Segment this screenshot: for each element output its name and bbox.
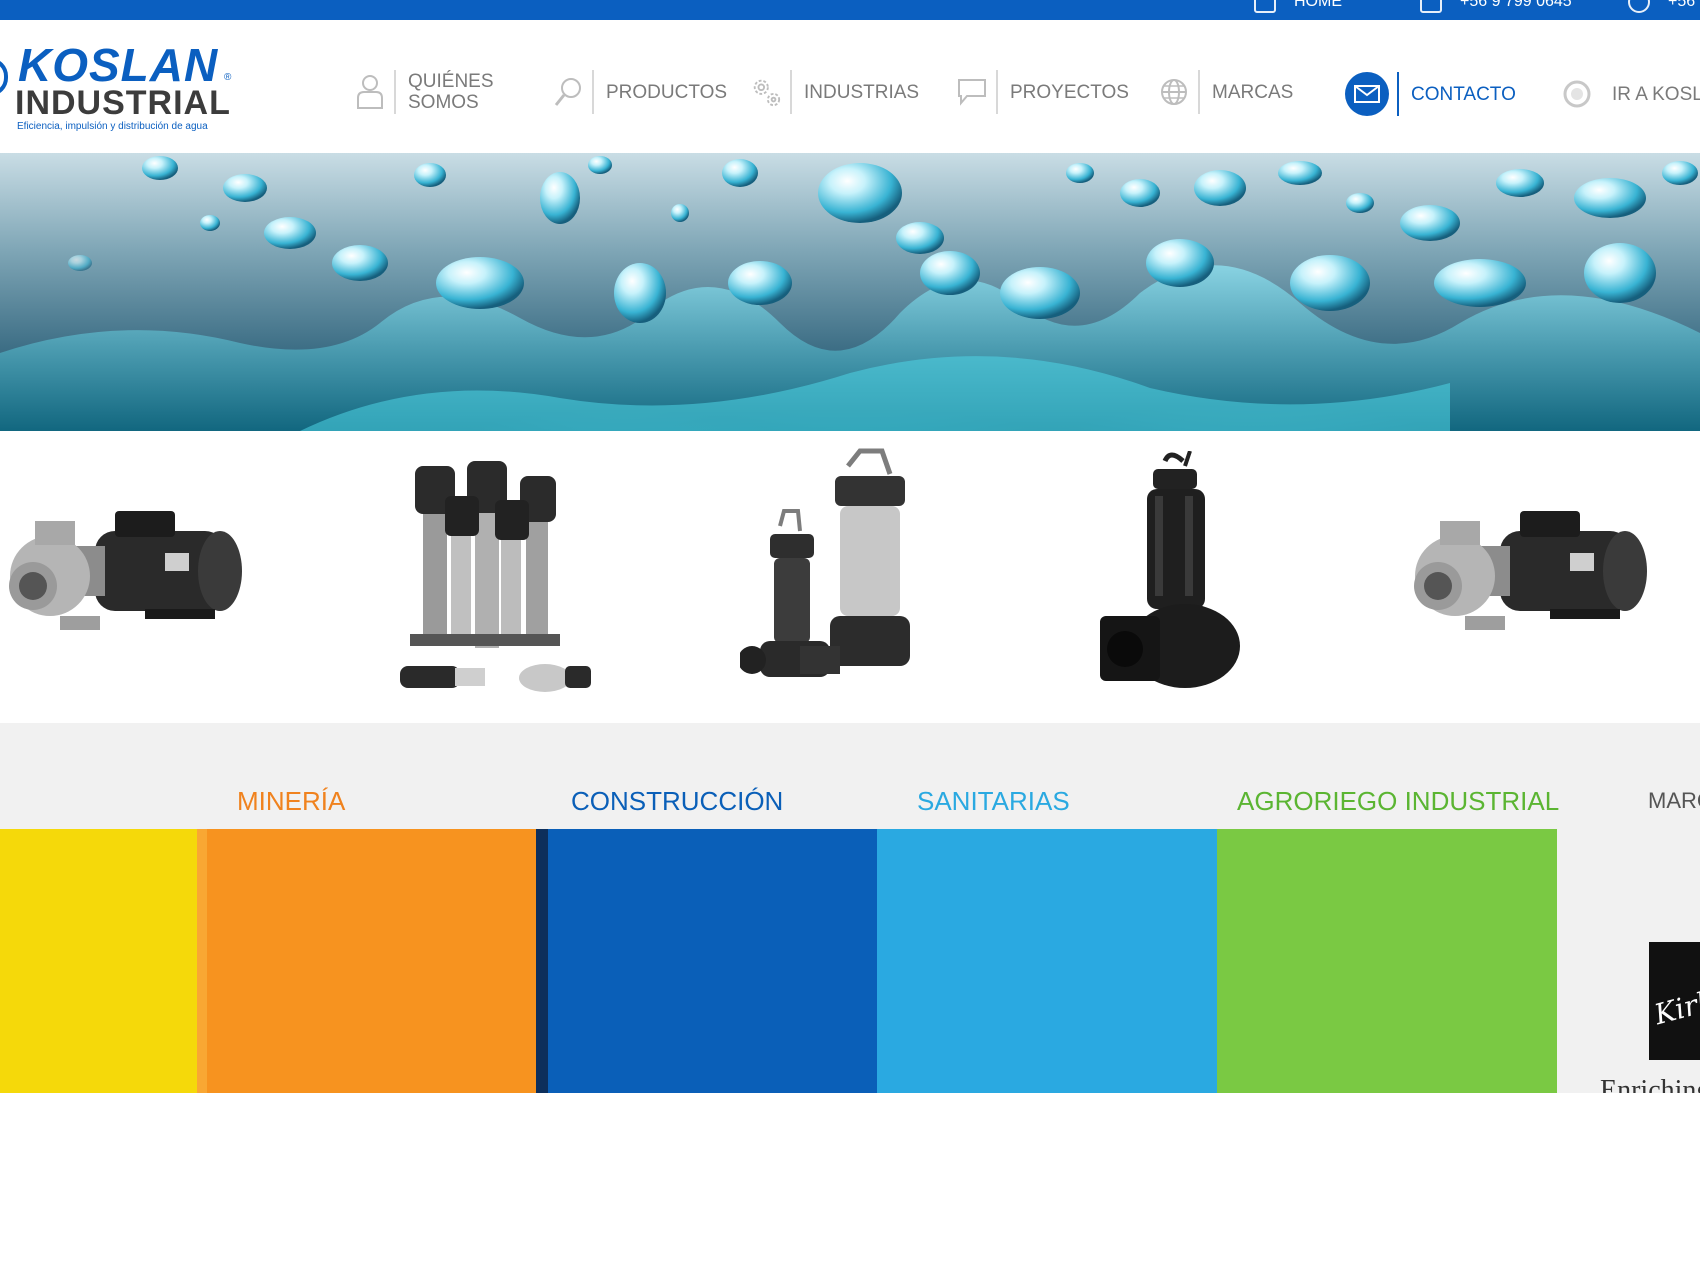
marcas-title: MARCAS	[1648, 788, 1700, 813]
nav-contacto[interactable]: CONTACTO	[1345, 62, 1516, 126]
logo-tagline: Eficiencia, impulsión y distribución de …	[17, 121, 208, 132]
product-image-submersible-pumps[interactable]	[740, 446, 930, 696]
phone-number-2: +56	[1668, 0, 1696, 10]
sector-divider	[197, 829, 207, 1093]
gears-icon	[750, 76, 782, 108]
sector-divider	[536, 829, 548, 1093]
phone-number-1: +56 9 799 0645	[1460, 0, 1572, 10]
water-splash	[0, 156, 1700, 431]
sector-block-sanitarias[interactable]	[877, 829, 1217, 1093]
nav-label-marcas: MARCAS	[1212, 81, 1294, 103]
nav-label-productos: PRODUCTOS	[606, 81, 728, 103]
koslan-icon	[1562, 78, 1592, 110]
nav-proyectos[interactable]: PROYECTOS	[956, 60, 1129, 124]
top-bar: HOME +56 9 799 0645 +56	[0, 0, 1700, 20]
sector-title-construccion[interactable]: CONSTRUCCIÓN	[571, 786, 783, 817]
phone-link-2[interactable]: +56	[1628, 0, 1695, 13]
nav-industrias[interactable]: INDUSTRIAS	[750, 60, 919, 124]
nav-marcas[interactable]: MARCAS	[1158, 60, 1293, 124]
product-image-horizontal-pump-2[interactable]	[1410, 491, 1650, 661]
sector-title-sanitarias[interactable]: SANITARIAS	[917, 786, 1070, 817]
globe-icon	[1158, 76, 1190, 108]
search-icon	[552, 76, 584, 108]
logo-industrial: INDUSTRIAL	[15, 84, 231, 122]
chat-icon	[956, 76, 988, 108]
nav-quienes-somos[interactable]: QUIÉNES SOMOS	[354, 60, 494, 124]
products-carousel	[0, 431, 1700, 723]
mail-icon	[1345, 72, 1389, 116]
logo-registered: ®	[224, 72, 232, 83]
brand-logo-text: Kirloskar	[1650, 965, 1700, 1032]
nav-label-contacto: CONTACTO	[1411, 83, 1516, 105]
logo-arc	[0, 58, 8, 96]
sector-block-construccion[interactable]	[548, 829, 877, 1093]
sector-title-mineria[interactable]: MINERÍA	[237, 786, 345, 817]
nav-label-industrias: INDUSTRIAS	[804, 81, 920, 103]
mobile-phone-icon	[1420, 0, 1442, 13]
hero-banner	[0, 153, 1700, 431]
koslan-logo[interactable]: KOSLAN ® INDUSTRIAL Eficiencia, impulsió…	[0, 20, 240, 132]
nav-separator	[1198, 70, 1200, 114]
person-icon	[354, 75, 386, 109]
nav-separator	[996, 70, 998, 114]
nav-label-quienes: QUIÉNES SOMOS	[408, 71, 494, 113]
kirloskar-logo[interactable]: Kirloskar	[1649, 942, 1700, 1060]
phone-link-1[interactable]: +56 9 799 0645	[1420, 0, 1572, 13]
sector-block-yellow[interactable]	[0, 829, 197, 1093]
nav-ir-a-koslan[interactable]: IR A KOSLAN	[1562, 62, 1700, 126]
sector-title-agroriego[interactable]: AGRORIEGO INDUSTRIAL	[1237, 786, 1559, 817]
nav-separator	[394, 70, 396, 114]
product-image-vertical-multistage-pumps[interactable]	[395, 456, 605, 696]
logo-brand: KOSLAN	[18, 39, 219, 91]
product-image-horizontal-pump[interactable]	[5, 491, 245, 661]
sector-block-mineria[interactable]	[207, 829, 536, 1093]
product-image-sewage-pump[interactable]	[1095, 451, 1245, 701]
home-label: HOME	[1294, 0, 1342, 10]
nav-separator	[592, 70, 594, 114]
brand-tagline: Enriching Lives	[1600, 1075, 1700, 1093]
home-icon	[1254, 0, 1276, 13]
nav-separator	[790, 70, 792, 114]
nav-separator	[1397, 72, 1399, 116]
home-link[interactable]: HOME	[1254, 0, 1342, 13]
nav-label-ir-a: IR A KOSLAN	[1612, 83, 1700, 105]
nav-productos[interactable]: PRODUCTOS	[552, 60, 727, 124]
phone-icon	[1628, 0, 1650, 13]
nav-label-proyectos: PROYECTOS	[1010, 81, 1129, 103]
sector-block-agroriego[interactable]	[1217, 829, 1557, 1093]
